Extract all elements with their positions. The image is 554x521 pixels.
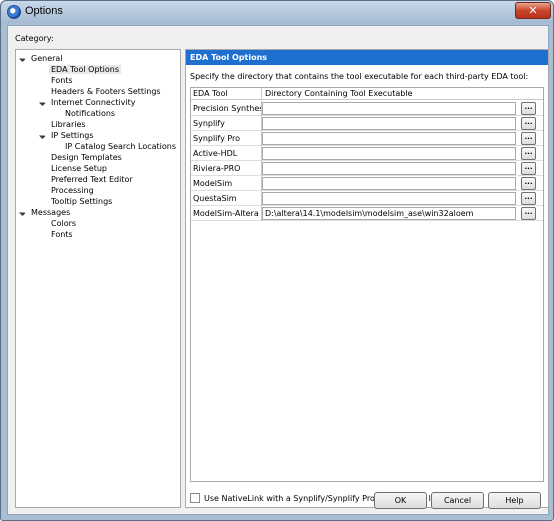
table-row: Riviera-PRO ...	[191, 161, 543, 176]
tree-item-label: License Setup	[51, 164, 107, 173]
directory-field-synplify-pro[interactable]	[262, 132, 516, 145]
directory-field-modelsim-altera[interactable]: D:\altera\14.1\modelsim\modelsim_ase\win…	[262, 207, 516, 220]
expanded-triangle-icon[interactable]	[38, 131, 47, 140]
tree-item-label: Colors	[51, 219, 77, 228]
tree-item-ip-settings[interactable]: IP Settings	[38, 130, 94, 141]
tool-name: Synplify	[193, 119, 225, 128]
expanded-triangle-icon[interactable]	[18, 208, 27, 217]
tree-item-colors[interactable]: Colors	[51, 218, 76, 229]
title-bar[interactable]: Options ✕	[1, 1, 553, 23]
eda-tool-options-panel: EDA Tool Options Specify the directory t…	[185, 49, 549, 508]
tree-item-fonts[interactable]: Fonts	[51, 75, 73, 86]
tree-item-internet-connectivity[interactable]: Internet Connectivity	[38, 97, 136, 108]
tree-item-label: General	[31, 54, 63, 63]
tree-item-label: Tooltip Settings	[51, 197, 113, 206]
directory-field-precision-synthesis[interactable]	[262, 102, 516, 115]
table-row: ModelSim ...	[191, 176, 543, 191]
tree-item-tooltip-settings[interactable]: Tooltip Settings	[51, 196, 112, 207]
table-header: EDA Tool Directory Containing Tool Execu…	[191, 88, 543, 100]
category-label: Category:	[15, 34, 54, 43]
tree-item-label: Preferred Text Editor	[51, 175, 133, 184]
column-header-eda-tool: EDA Tool	[193, 89, 228, 98]
browse-button[interactable]: ...	[521, 132, 536, 145]
tree-item-label: Fonts	[51, 76, 73, 85]
browse-button[interactable]: ...	[521, 162, 536, 175]
tree-item-label: Libraries	[51, 120, 86, 129]
table-row: Synplify Pro ...	[191, 131, 543, 146]
browse-button[interactable]: ...	[521, 102, 536, 115]
tool-name: Precision Synthesis	[193, 104, 270, 113]
directory-field-synplify[interactable]	[262, 117, 516, 130]
directory-field-modelsim[interactable]	[262, 177, 516, 190]
tool-name: Active-HDL	[193, 149, 238, 158]
expanded-triangle-icon[interactable]	[38, 98, 47, 107]
table-row: QuestaSim ...	[191, 191, 543, 206]
eda-tool-table: EDA Tool Directory Containing Tool Execu…	[190, 87, 544, 482]
browse-button[interactable]: ...	[521, 192, 536, 205]
column-divider[interactable]	[261, 88, 262, 100]
tree-item-ip-catalog-search-locations[interactable]: IP Catalog Search Locations	[65, 141, 176, 152]
tree-item-label: Processing	[51, 186, 94, 195]
expanded-triangle-icon[interactable]	[18, 54, 27, 63]
column-header-directory: Directory Containing Tool Executable	[265, 89, 413, 98]
tree-item-label: Messages	[31, 208, 71, 217]
close-button[interactable]: ✕	[515, 2, 551, 19]
tree-item-label: IP Catalog Search Locations	[65, 142, 177, 151]
tree-item-general[interactable]: General	[18, 53, 63, 64]
tree-item-eda-tool-options[interactable]: EDA Tool Options	[49, 64, 122, 75]
directory-field-questasim[interactable]	[262, 192, 516, 205]
tree-item-libraries[interactable]: Libraries	[51, 119, 86, 130]
tree-item-design-templates[interactable]: Design Templates	[51, 152, 122, 163]
browse-button[interactable]: ...	[521, 177, 536, 190]
directory-field-active-hdl[interactable]	[262, 147, 516, 160]
panel-header: EDA Tool Options	[186, 50, 548, 65]
cancel-button[interactable]: Cancel	[431, 492, 484, 509]
tree-item-label: EDA Tool Options	[49, 65, 122, 74]
tool-name: ModelSim	[193, 179, 233, 188]
ok-button[interactable]: OK	[374, 492, 427, 509]
tree-item-label: Design Templates	[51, 153, 122, 162]
table-row: Active-HDL ...	[191, 146, 543, 161]
browse-button[interactable]: ...	[521, 117, 536, 130]
tool-name: Synplify Pro	[193, 134, 241, 143]
tree-item-notifications[interactable]: Notifications	[65, 108, 115, 119]
panel-description: Specify the directory that contains the …	[190, 72, 529, 81]
tree-item-messages[interactable]: Messages	[18, 207, 71, 218]
category-tree[interactable]: General EDA Tool Options Fonts Headers &…	[15, 49, 181, 508]
tool-name: Riviera-PRO	[193, 164, 241, 173]
tree-item-label: IP Settings	[51, 131, 94, 140]
tree-item-label: Headers & Footers Settings	[51, 87, 161, 96]
tree-item-processing[interactable]: Processing	[51, 185, 94, 196]
tree-item-preferred-text-editor[interactable]: Preferred Text Editor	[51, 174, 133, 185]
directory-field-riviera-pro[interactable]	[262, 162, 516, 175]
browse-button[interactable]: ...	[521, 147, 536, 160]
tool-name: QuestaSim	[193, 194, 237, 203]
window-title: Options	[25, 5, 63, 17]
table-row: Synplify ...	[191, 116, 543, 131]
tree-item-message-fonts[interactable]: Fonts	[51, 229, 73, 240]
tool-name: ModelSim-Altera	[193, 209, 259, 218]
checkbox-icon[interactable]	[190, 493, 200, 503]
tree-item-label: Fonts	[51, 230, 73, 239]
help-button[interactable]: Help	[488, 492, 541, 509]
tree-item-label: Notifications	[65, 109, 116, 118]
tree-item-headers-footers[interactable]: Headers & Footers Settings	[51, 86, 161, 97]
options-app-icon	[7, 5, 21, 19]
tree-item-license-setup[interactable]: License Setup	[51, 163, 107, 174]
tree-item-label: Internet Connectivity	[51, 98, 136, 107]
browse-button[interactable]: ...	[521, 207, 536, 220]
dialog-client-area: Category: General EDA Tool Options Fonts…	[7, 25, 549, 515]
table-row: ModelSim-Altera D:\altera\14.1\modelsim\…	[191, 206, 543, 221]
table-row: Precision Synthesis ...	[191, 101, 543, 116]
options-window: Options ✕ Category: General EDA Tool Opt…	[0, 0, 554, 521]
